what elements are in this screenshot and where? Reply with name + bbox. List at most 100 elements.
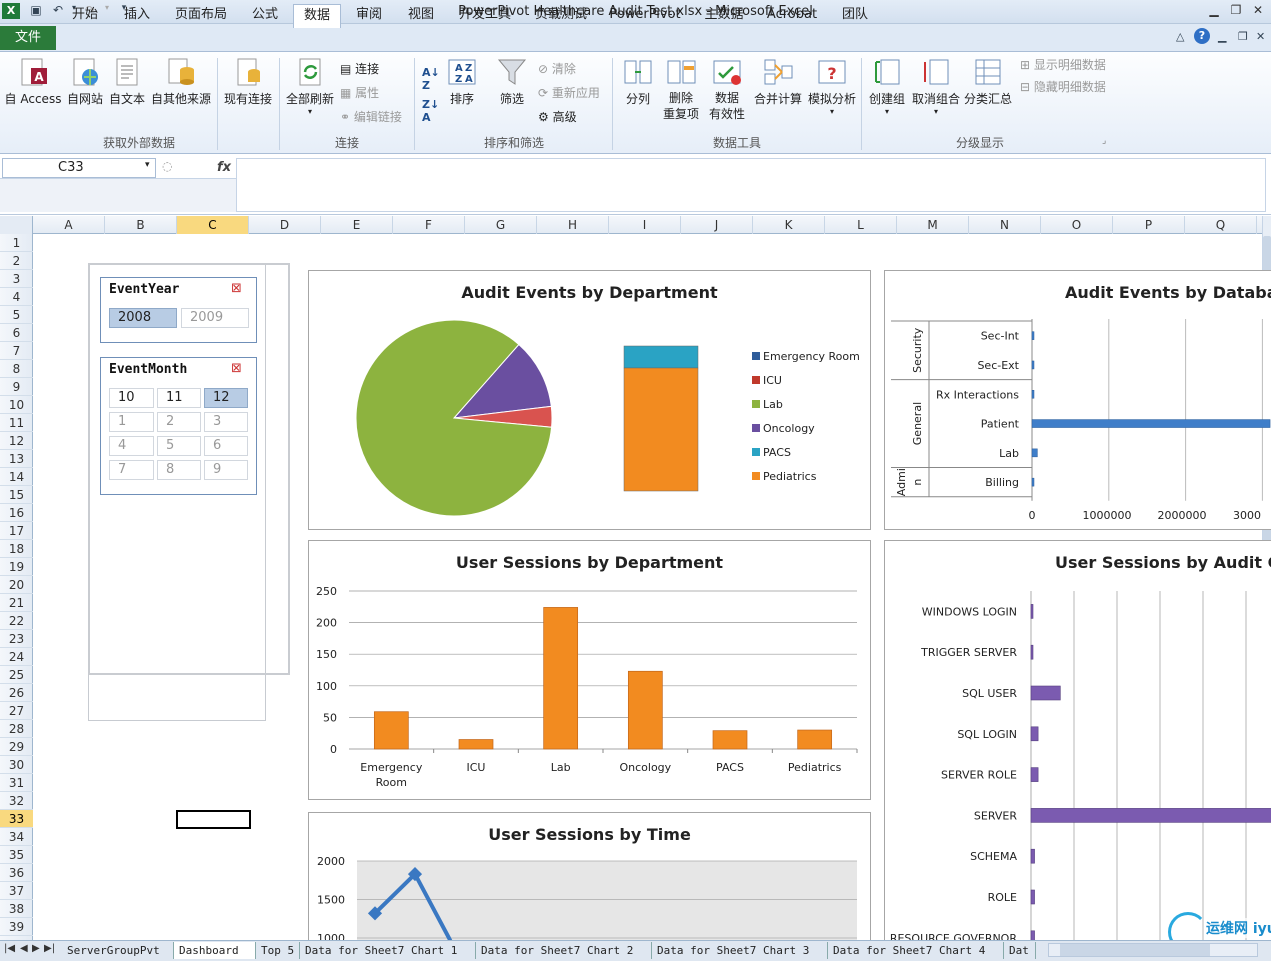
- row-header-33[interactable]: 33: [0, 810, 33, 828]
- row-header-34[interactable]: 34: [0, 828, 33, 846]
- chart-audit-events-by-database[interactable]: Audit Events by Database 010000002000000…: [884, 270, 1271, 530]
- tab-home[interactable]: 开始: [62, 4, 108, 26]
- row-header-38[interactable]: 38: [0, 900, 33, 918]
- chart-user-sessions-by-audit-class[interactable]: User Sessions by Audit Clas WINDOWS LOGI…: [884, 540, 1271, 960]
- clear-button[interactable]: ⊘ 清除: [538, 60, 576, 78]
- slicer-item-month[interactable]: 6: [204, 436, 248, 456]
- row-header-13[interactable]: 13: [0, 450, 33, 468]
- row-header-11[interactable]: 11: [0, 414, 33, 432]
- row-header-7[interactable]: 7: [0, 342, 33, 360]
- row-header-37[interactable]: 37: [0, 882, 33, 900]
- tab-file[interactable]: 文件: [0, 26, 56, 50]
- row-header-21[interactable]: 21: [0, 594, 33, 612]
- what-if-dropdown-icon[interactable]: ▾: [806, 107, 858, 116]
- data-validation-button[interactable]: 数据 有效性: [704, 56, 750, 122]
- chart-audit-events-by-department[interactable]: Audit Events by Department Emergency Roo…: [308, 270, 871, 530]
- slicer-item-month[interactable]: 7: [109, 460, 154, 480]
- slicer-item-month[interactable]: 11: [157, 388, 201, 408]
- column-header-j[interactable]: J: [681, 216, 753, 234]
- slicer-item-month[interactable]: 9: [204, 460, 248, 480]
- column-header-h[interactable]: H: [537, 216, 609, 234]
- sheet-tab[interactable]: Top 5: [256, 942, 300, 959]
- row-header-2[interactable]: 2: [0, 252, 33, 270]
- row-header-10[interactable]: 10: [0, 396, 33, 414]
- formula-bar-expand-icon[interactable]: ◌: [162, 159, 172, 173]
- row-header-14[interactable]: 14: [0, 468, 33, 486]
- reapply-button[interactable]: ⟳ 重新应用: [538, 84, 600, 102]
- row-header-24[interactable]: 24: [0, 648, 33, 666]
- column-header-c[interactable]: C: [177, 216, 249, 234]
- from-text-button[interactable]: 自文本: [106, 56, 148, 107]
- row-header-9[interactable]: 9: [0, 378, 33, 396]
- column-header-n[interactable]: N: [969, 216, 1041, 234]
- doc-close-icon[interactable]: ✕: [1256, 30, 1265, 43]
- row-header-6[interactable]: 6: [0, 324, 33, 342]
- restore-icon[interactable]: ❐: [1226, 3, 1246, 19]
- column-header-i[interactable]: I: [609, 216, 681, 234]
- from-access-button[interactable]: A 自 Access: [2, 56, 64, 107]
- sheet-tab[interactable]: Dat: [1004, 942, 1036, 959]
- existing-connections-button[interactable]: 现有连接: [220, 56, 276, 107]
- column-header-o[interactable]: O: [1041, 216, 1113, 234]
- slicer-item-2009[interactable]: 2009: [181, 308, 249, 328]
- refresh-dropdown-icon[interactable]: ▾: [284, 107, 336, 116]
- tab-view[interactable]: 视图: [398, 4, 444, 26]
- column-header-k[interactable]: K: [753, 216, 825, 234]
- slicer-item-month[interactable]: 10: [109, 388, 154, 408]
- sort-ascending-icon[interactable]: A↓ Z: [422, 66, 440, 92]
- connections-button[interactable]: ▤ 连接: [340, 60, 379, 78]
- column-header-d[interactable]: D: [249, 216, 321, 234]
- horizontal-scroll-thumb[interactable]: [1060, 944, 1210, 956]
- row-header-22[interactable]: 22: [0, 612, 33, 630]
- name-box-dropdown-icon[interactable]: ▾: [145, 160, 150, 170]
- sheet-tab[interactable]: ServerGroupPvt: [62, 942, 174, 959]
- group-button[interactable]: 创建组 ▾: [866, 56, 908, 116]
- row-header-20[interactable]: 20: [0, 576, 33, 594]
- row-header-3[interactable]: 3: [0, 270, 33, 288]
- row-header-1[interactable]: 1: [0, 234, 33, 252]
- column-header-l[interactable]: L: [825, 216, 897, 234]
- row-header-16[interactable]: 16: [0, 504, 33, 522]
- chart-user-sessions-by-time[interactable]: User Sessions by Time 1000 1500 2000: [308, 812, 871, 952]
- slicer-item-month[interactable]: 12: [204, 388, 248, 408]
- ungroup-button[interactable]: 取消组合 ▾: [910, 56, 962, 116]
- ungroup-dropdown-icon[interactable]: ▾: [910, 107, 962, 116]
- slicer-item-month[interactable]: 2: [157, 412, 201, 432]
- doc-minimize-icon[interactable]: ▁: [1218, 30, 1226, 43]
- properties-button[interactable]: ▦ 属性: [340, 84, 379, 102]
- what-if-analysis-button[interactable]: ? 模拟分析 ▾: [806, 56, 858, 116]
- tab-developer[interactable]: 开发工具: [450, 4, 520, 26]
- selected-cell[interactable]: [176, 810, 251, 829]
- slicer-item-month[interactable]: 5: [157, 436, 201, 456]
- row-header-28[interactable]: 28: [0, 720, 33, 738]
- ribbon-collapse-icon[interactable]: △: [1176, 30, 1184, 43]
- slicer-item-month[interactable]: 4: [109, 436, 154, 456]
- tab-team[interactable]: 团队: [832, 4, 878, 26]
- sheet-tab[interactable]: Dashboard: [174, 942, 256, 959]
- tab-formulas[interactable]: 公式: [242, 4, 288, 26]
- row-header-31[interactable]: 31: [0, 774, 33, 792]
- row-header-35[interactable]: 35: [0, 846, 33, 864]
- sort-button[interactable]: AZZA 排序: [444, 56, 480, 107]
- insert-function-icon[interactable]: fx: [214, 158, 234, 178]
- doc-restore-icon[interactable]: ❐: [1238, 30, 1248, 43]
- column-header-g[interactable]: G: [465, 216, 537, 234]
- row-header-30[interactable]: 30: [0, 756, 33, 774]
- remove-duplicates-button[interactable]: 删除 重复项: [660, 56, 702, 122]
- row-header-39[interactable]: 39: [0, 918, 33, 936]
- excel-icon[interactable]: X: [2, 3, 20, 19]
- row-header-23[interactable]: 23: [0, 630, 33, 648]
- from-other-sources-button[interactable]: 自其他来源: [148, 56, 214, 107]
- group-dropdown-icon[interactable]: ▾: [866, 107, 908, 116]
- text-to-columns-button[interactable]: 分列: [618, 56, 658, 107]
- close-icon[interactable]: ✕: [1248, 3, 1268, 19]
- column-header-p[interactable]: P: [1113, 216, 1185, 234]
- hide-detail-button[interactable]: ⊟ 隐藏明细数据: [1020, 78, 1106, 96]
- sort-descending-icon[interactable]: Z↓ A: [422, 98, 439, 124]
- tab-load-test[interactable]: 负载测试: [526, 4, 596, 26]
- row-header-26[interactable]: 26: [0, 684, 33, 702]
- slicer-item-month[interactable]: 1: [109, 412, 154, 432]
- tab-master-data[interactable]: 主数据: [696, 4, 752, 26]
- first-sheet-icon[interactable]: |◀: [4, 943, 15, 954]
- next-sheet-icon[interactable]: ▶: [32, 943, 40, 954]
